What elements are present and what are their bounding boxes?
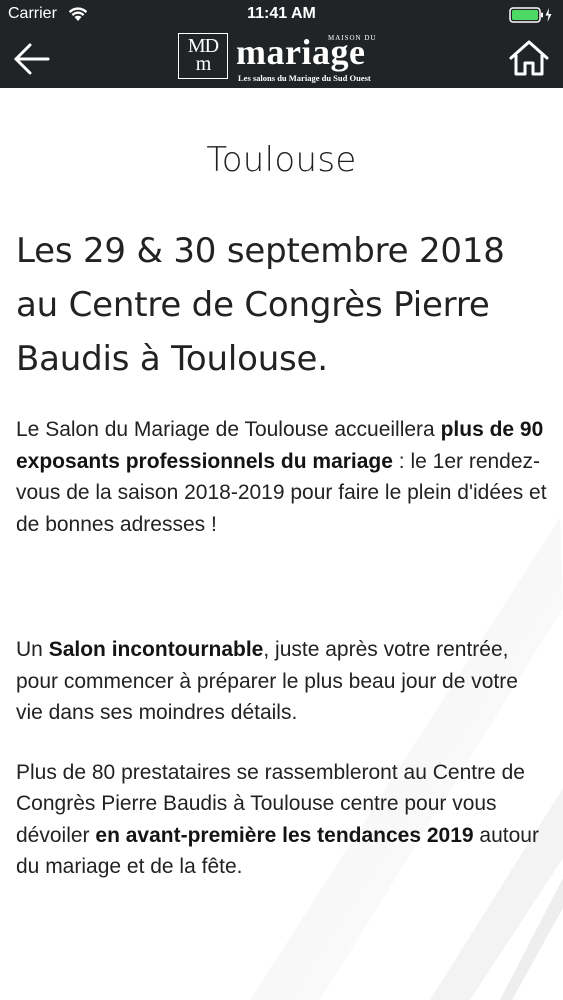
logo-monogram-bottom: m (195, 53, 212, 75)
home-icon (509, 40, 549, 76)
page-title: Toulouse (206, 140, 357, 180)
back-button[interactable] (10, 39, 54, 79)
arrow-left-icon (14, 43, 50, 75)
intro-paragraph: Le Salon du Mariage de Toulouse accueill… (16, 414, 547, 540)
event-headline: Les 29 & 30 septembre 2018 au Centre de … (16, 231, 505, 379)
logo-monogram: MD m (178, 33, 228, 79)
main-content: Toulouse Les 29 & 30 septembre 2018 au C… (16, 88, 547, 883)
exhibitors-paragraph: Plus de 80 prestataires se rassembleront… (16, 757, 547, 883)
status-bar: Carrier 11:41 AM (0, 0, 563, 30)
logo-wordmark: mariage (236, 32, 366, 72)
logo-tagline: Les salons du Mariage du Sud Ouest (238, 73, 371, 83)
navigation-bar: MD m MAISON DU mariage Les salons du Mar… (0, 30, 563, 88)
home-button[interactable] (507, 38, 551, 80)
text-run: Le Salon du Mariage de Toulouse accueill… (16, 418, 441, 441)
bold-text-run: Salon incontournable (48, 638, 264, 661)
bold-text-run: en avant-première les tendances 2019 (95, 823, 474, 847)
salon-paragraph: Un Salon incontournable, juste après vot… (16, 634, 547, 729)
status-time: 11:41 AM (247, 5, 316, 22)
text-run: Un (16, 638, 49, 661)
battery-icon (509, 7, 553, 28)
brand-logo: MD m MAISON DU mariage Les salons du Mar… (178, 32, 390, 86)
